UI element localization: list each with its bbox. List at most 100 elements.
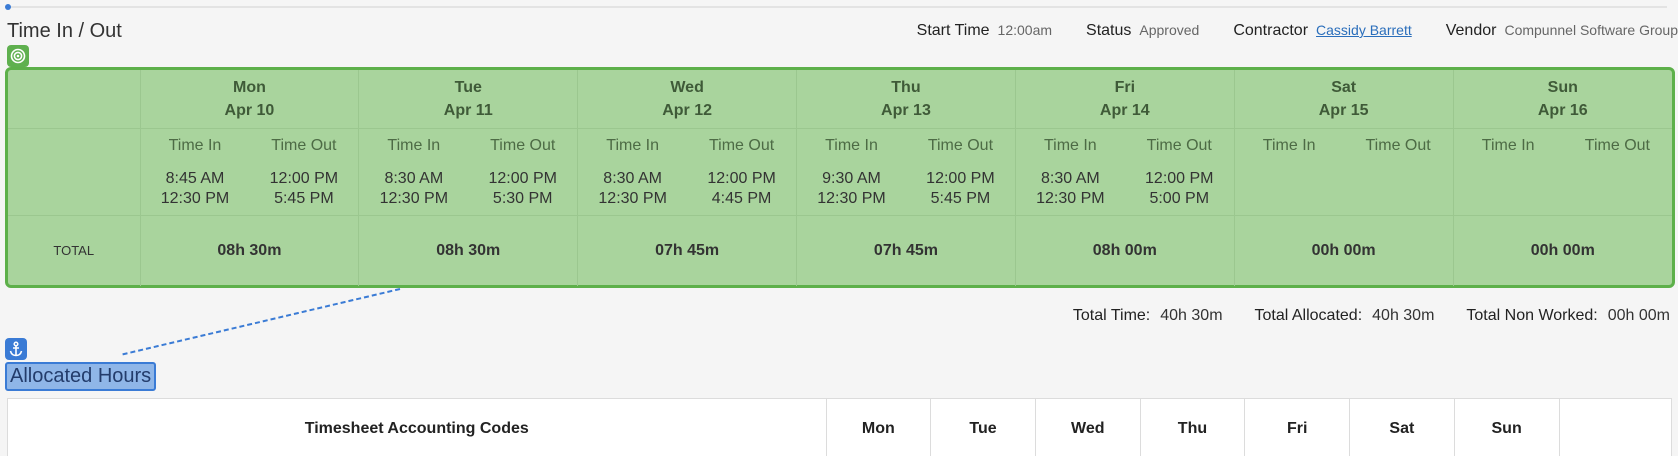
day-header-sat: Sat Apr 15 bbox=[1234, 70, 1454, 129]
status-label: Status bbox=[1086, 22, 1132, 39]
day-date: Apr 15 bbox=[1318, 101, 1369, 119]
total-time-label: Total Time: bbox=[1072, 307, 1151, 324]
total-non-worked-label: Total Non Worked: bbox=[1466, 307, 1598, 324]
alloc-day-header: Fri bbox=[1244, 399, 1351, 456]
total-non-worked-value: 00h 00m bbox=[1607, 307, 1670, 324]
start-time-value: 12:00am bbox=[997, 22, 1053, 38]
time-in-header: Time In bbox=[1481, 136, 1535, 154]
time-out-header: Time Out bbox=[490, 136, 556, 154]
time-out-value: 12:00 PM bbox=[707, 169, 776, 187]
corner-cell bbox=[8, 70, 141, 129]
time-out-header: Time Out bbox=[927, 136, 994, 154]
time-in-value: 8:30 AM bbox=[603, 169, 662, 187]
time-cell-sat[interactable]: Time In Time Out bbox=[1234, 128, 1454, 216]
day-header-thu: Thu Apr 13 bbox=[796, 70, 1016, 129]
day-date: Apr 12 bbox=[662, 101, 712, 119]
time-out-value: 12:00 PM bbox=[1145, 169, 1214, 187]
total-value-tue: 08h 30m bbox=[358, 215, 579, 286]
day-header-row: Mon Apr 10 Tue Apr 11 Wed Apr 12 Thu Apr 13 … bbox=[8, 70, 1672, 129]
accounting-codes-table: Timesheet Accounting Codes Mon Tue Wed T… bbox=[7, 398, 1672, 456]
connector-line bbox=[119, 288, 401, 356]
total-value-wed: 07h 45m bbox=[577, 215, 798, 286]
time-summary: Total Time: 40h 30m Total Allocated: 40h… bbox=[1073, 307, 1670, 325]
time-in-value: 8:45 AM bbox=[165, 169, 225, 187]
time-in-header: Time In bbox=[168, 136, 222, 154]
time-out-header: Time Out bbox=[1584, 136, 1650, 154]
time-out-header: Time Out bbox=[1365, 136, 1431, 154]
total-allocated-label: Total Allocated: bbox=[1254, 307, 1363, 324]
time-in-header: Time In bbox=[606, 136, 660, 154]
time-out-value: 5:30 PM bbox=[492, 189, 553, 207]
day-header-sun: Sun Apr 16 bbox=[1453, 70, 1672, 129]
target-icon[interactable] bbox=[7, 45, 29, 67]
total-value-fri: 08h 00m bbox=[1015, 215, 1235, 286]
alloc-day-header: Mon bbox=[826, 399, 932, 456]
time-out-value: 5:00 PM bbox=[1149, 189, 1210, 207]
time-cell-mon[interactable]: Time In 8:45 AM 12:30 PM Time Out 12:00 PM 5… bbox=[140, 128, 360, 216]
day-date: Apr 10 bbox=[224, 101, 275, 119]
row-label-cell bbox=[8, 128, 141, 216]
status-value: Approved bbox=[1139, 22, 1200, 38]
vendor-label: Vendor bbox=[1445, 22, 1497, 39]
day-name: Fri bbox=[1114, 78, 1136, 96]
time-in-out-grid[interactable]: Mon Apr 10 Tue Apr 11 Wed Apr 12 Thu Apr 13 … bbox=[5, 67, 1675, 288]
total-row: TOTAL 08h 30m 08h 30m 07h 45m 07h 45m 08… bbox=[8, 215, 1672, 286]
time-cell-sun[interactable]: Time In Time Out bbox=[1453, 128, 1672, 216]
total-value-thu: 07h 45m bbox=[796, 215, 1016, 286]
time-out-value: 12:00 PM bbox=[269, 169, 339, 187]
time-entries-row: Time In 8:45 AM 12:30 PM Time Out 12:00 PM 5… bbox=[8, 128, 1672, 216]
timesheet-meta: Start Time 12:00am Status Approved Contr… bbox=[917, 22, 1678, 40]
time-in-header: Time In bbox=[387, 136, 441, 154]
vendor-value: Compunnel Software Group bbox=[1504, 22, 1678, 38]
total-allocated-value: 40h 30m bbox=[1372, 307, 1435, 324]
day-date: Apr 16 bbox=[1537, 101, 1588, 119]
time-out-value: 12:00 PM bbox=[488, 169, 557, 187]
progress-track bbox=[7, 6, 1667, 8]
time-in-value: 12:30 PM bbox=[1036, 189, 1105, 207]
time-out-value: 4:45 PM bbox=[711, 189, 772, 207]
start-time-label: Start Time bbox=[916, 22, 990, 39]
time-out-header: Time Out bbox=[271, 136, 337, 154]
time-in-value: 9:30 AM bbox=[822, 169, 881, 187]
total-time-value: 40h 30m bbox=[1160, 307, 1223, 324]
alloc-day-header: Sat bbox=[1349, 399, 1455, 456]
anchor-icon[interactable] bbox=[5, 338, 27, 360]
day-name: Sat bbox=[1331, 78, 1357, 96]
day-date: Apr 13 bbox=[881, 101, 931, 119]
time-cell-wed[interactable]: Time In 8:30 AM 12:30 PM Time Out 12:00 PM 4… bbox=[577, 128, 798, 216]
day-name: Wed bbox=[670, 78, 704, 96]
time-in-value: 8:30 AM bbox=[1040, 169, 1100, 187]
time-out-value: 12:00 PM bbox=[926, 169, 995, 187]
day-name: Tue bbox=[454, 78, 482, 96]
time-in-header: Time In bbox=[825, 136, 878, 154]
day-header-mon: Mon Apr 10 bbox=[140, 70, 360, 129]
total-value-sun: 00h 00m bbox=[1530, 241, 1595, 259]
page-title: Time In / Out bbox=[7, 20, 122, 42]
time-in-value: 12:30 PM bbox=[160, 189, 230, 207]
time-in-value: 12:30 PM bbox=[598, 189, 667, 207]
time-in-value: 8:30 AM bbox=[384, 169, 444, 187]
day-header-wed: Wed Apr 12 bbox=[577, 70, 798, 129]
total-value-mon: 08h 30m bbox=[140, 215, 360, 286]
contractor-link[interactable]: Cassidy Barrett bbox=[1316, 22, 1412, 38]
time-cell-fri[interactable]: Time In 8:30 AM 12:30 PM Time Out 12:00 PM 5… bbox=[1015, 128, 1235, 216]
day-header-fri: Fri Apr 14 bbox=[1015, 70, 1235, 129]
alloc-day-header: Thu bbox=[1140, 399, 1246, 456]
day-header-tue: Tue Apr 11 bbox=[358, 70, 579, 129]
time-out-value: 5:45 PM bbox=[930, 189, 991, 207]
time-cell-tue[interactable]: Time In 8:30 AM 12:30 PM Time Out 12:00 PM 5… bbox=[358, 128, 579, 216]
time-cell-thu[interactable]: Time In 9:30 AM 12:30 PM Time Out 12:00 PM 5… bbox=[796, 128, 1016, 216]
day-date: Apr 14 bbox=[1099, 101, 1150, 119]
accounting-codes-header: Timesheet Accounting Codes bbox=[8, 399, 827, 456]
day-name: Thu bbox=[891, 78, 921, 96]
allocated-hours-title: Allocated Hours bbox=[5, 362, 157, 391]
time-out-value: 5:45 PM bbox=[274, 189, 334, 207]
contractor-label: Contractor bbox=[1233, 22, 1309, 39]
time-out-header: Time Out bbox=[1146, 136, 1212, 154]
total-label: TOTAL bbox=[8, 215, 141, 286]
time-in-value: 12:30 PM bbox=[817, 189, 886, 207]
alloc-day-header: Sun bbox=[1454, 399, 1560, 456]
time-out-header: Time Out bbox=[708, 136, 775, 154]
day-name: Sun bbox=[1547, 78, 1578, 96]
time-in-header: Time In bbox=[1043, 136, 1097, 154]
